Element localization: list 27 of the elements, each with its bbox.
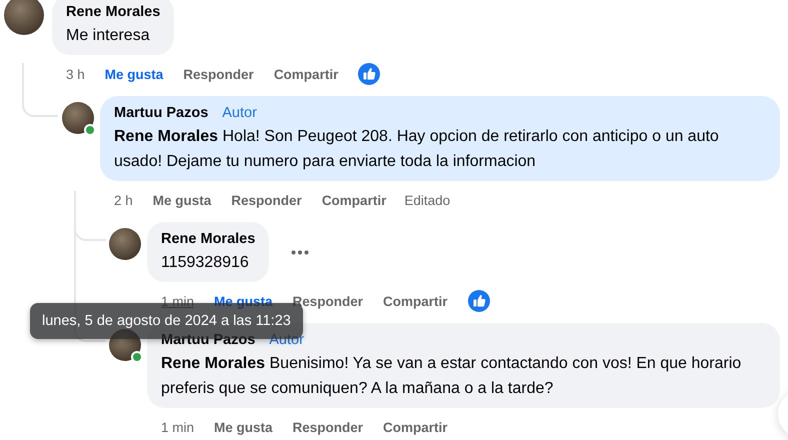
comment-text: Me interesa	[66, 26, 151, 46]
comment-text: Rene Morales Hola! Son Peugeot 208. Hay opcion de retirarlo con anticipo o un auto usado! Dejame tu numero para enviarte toda la informacion	[114, 127, 720, 172]
avatar-photo-placeholder[interactable]	[109, 228, 141, 260]
comment-action-link[interactable]: Responder	[292, 420, 364, 434]
timestamp-link[interactable]: 3 h	[66, 66, 85, 82]
comment-action-link[interactable]: Compartir	[274, 66, 338, 82]
author-name[interactable]: Rene Morales	[66, 1, 160, 23]
comment-text: Rene Morales Buenisimo! Ya se van a estar contactando con vos! En que horario preferis que se comuniquen? A la mañana o a la tarde?	[161, 354, 742, 399]
author-name[interactable]: Martuu Pazos	[114, 102, 208, 124]
comment-action-link[interactable]: Responder	[231, 192, 302, 208]
comment-action-link[interactable]: Compartir	[383, 420, 448, 434]
more-options-icon[interactable]	[291, 250, 310, 254]
comment-action-link[interactable]: Me gusta	[104, 66, 164, 82]
timestamp-link[interactable]: 2 h	[114, 192, 133, 208]
author-name[interactable]: Rene Morales	[161, 228, 256, 250]
comment-action-link[interactable]: Me gusta	[152, 192, 212, 208]
author-label: Autor	[222, 104, 257, 123]
avatar-photo-placeholder[interactable]	[4, 0, 44, 35]
thread-line	[22, 63, 58, 117]
avatar-photo-placeholder[interactable]	[62, 102, 94, 134]
comment-action-link[interactable]: Compartir	[383, 294, 448, 308]
comment-action-link[interactable]: Me gusta	[214, 420, 273, 434]
comment-action-link[interactable]: Compartir	[322, 192, 386, 208]
edited-label: Editado	[404, 192, 450, 208]
timestamp-link[interactable]: 1 min	[161, 420, 194, 434]
comment-action-link[interactable]: Responder	[183, 66, 254, 82]
comment-text: 1159328916	[161, 253, 250, 273]
